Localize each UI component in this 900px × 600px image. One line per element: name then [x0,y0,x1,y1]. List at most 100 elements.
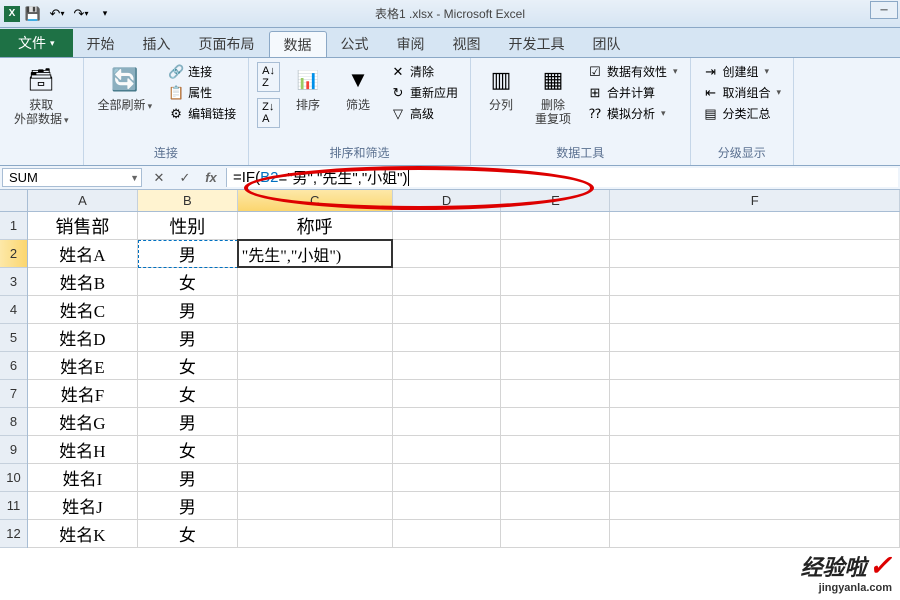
cell-B6[interactable]: 女 [138,352,238,380]
tab-page-layout[interactable]: 页面布局 [185,31,269,57]
sort-za-button[interactable]: Z↓A [257,98,280,128]
cell-E2[interactable] [501,240,610,268]
cell-C6[interactable] [238,352,393,380]
cell-C5[interactable] [238,324,393,352]
cell-B3[interactable]: 女 [138,268,238,296]
cell-C8[interactable] [238,408,393,436]
cell-F6[interactable] [610,352,900,380]
reapply-button[interactable]: ↻重新应用 [386,83,462,102]
cell-F1[interactable] [610,212,900,240]
row-header-3[interactable]: 3 [0,268,27,296]
get-external-data-button[interactable]: 🗃 获取 外部数据 [8,62,75,129]
row-header-7[interactable]: 7 [0,380,27,408]
cell-D3[interactable] [393,268,502,296]
redo-button[interactable]: ↷▾ [70,3,92,25]
cell-F9[interactable] [610,436,900,464]
cell-E1[interactable] [501,212,610,240]
cell-D7[interactable] [393,380,502,408]
column-header-A[interactable]: A [28,190,138,211]
cell-E3[interactable] [501,268,610,296]
connections-button[interactable]: 🔗连接 [164,62,240,81]
cell-F12[interactable] [610,520,900,548]
properties-button[interactable]: 📋属性 [164,83,240,102]
data-validation-button[interactable]: ☑数据有效性 [583,62,682,81]
cell-D10[interactable] [393,464,502,492]
tab-review[interactable]: 审阅 [383,31,439,57]
cancel-formula-button[interactable]: ✕ [150,169,168,187]
row-header-11[interactable]: 11 [0,492,27,520]
cell-D4[interactable] [393,296,502,324]
cell-E5[interactable] [501,324,610,352]
cell-B11[interactable]: 男 [138,492,238,520]
row-header-9[interactable]: 9 [0,436,27,464]
remove-duplicates-button[interactable]: ▦ 删除 重复项 [529,62,577,129]
cell-B1[interactable]: 性别 [138,212,238,240]
cell-E9[interactable] [501,436,610,464]
cell-A7[interactable]: 姓名F [28,380,138,408]
column-header-E[interactable]: E [501,190,610,211]
formula-input[interactable]: =IF(B2="男","先生","小姐") [226,168,898,187]
cell-E7[interactable] [501,380,610,408]
text-to-columns-button[interactable]: ▥ 分列 [479,62,523,114]
advanced-filter-button[interactable]: ▽高级 [386,104,462,123]
cell-D1[interactable] [393,212,502,240]
cell-E6[interactable] [501,352,610,380]
cell-D6[interactable] [393,352,502,380]
cell-A11[interactable]: 姓名J [28,492,138,520]
sort-az-button[interactable]: A↓Z [257,62,280,92]
file-tab[interactable]: 文件▾ [0,29,73,57]
undo-button[interactable]: ↶▾ [46,3,68,25]
cell-C7[interactable] [238,380,393,408]
row-header-5[interactable]: 5 [0,324,27,352]
name-box-dropdown-icon[interactable]: ▼ [130,173,139,183]
cell-B2[interactable]: 男 [138,240,238,268]
cell-C9[interactable] [238,436,393,464]
spreadsheet-grid[interactable]: 123456789101112 ABCDEF 销售部性别称呼姓名A男"先生","… [0,190,900,600]
cell-F11[interactable] [610,492,900,520]
cell-C3[interactable] [238,268,393,296]
tab-formulas[interactable]: 公式 [327,31,383,57]
edit-links-button[interactable]: ⚙编辑链接 [164,104,240,123]
tab-home[interactable]: 开始 [73,31,129,57]
cell-B5[interactable]: 男 [138,324,238,352]
cell-F10[interactable] [610,464,900,492]
tab-developer[interactable]: 开发工具 [495,31,579,57]
tab-insert[interactable]: 插入 [129,31,185,57]
insert-function-button[interactable]: fx [202,169,220,187]
cell-A8[interactable]: 姓名G [28,408,138,436]
subtotal-button[interactable]: ▤分类汇总 [699,104,786,123]
cell-C10[interactable] [238,464,393,492]
cell-F4[interactable] [610,296,900,324]
cell-B10[interactable]: 男 [138,464,238,492]
cell-C4[interactable] [238,296,393,324]
cell-C2[interactable]: "先生","小姐") [238,240,393,268]
name-box[interactable]: SUM ▼ [2,168,142,187]
cell-F8[interactable] [610,408,900,436]
cell-D2[interactable] [393,240,502,268]
select-all-corner[interactable] [0,190,28,212]
cell-F7[interactable] [610,380,900,408]
row-header-1[interactable]: 1 [0,212,27,240]
cell-B12[interactable]: 女 [138,520,238,548]
cell-A2[interactable]: 姓名A [28,240,138,268]
clear-filter-button[interactable]: ✕清除 [386,62,462,81]
tab-data[interactable]: 数据 [269,31,327,57]
tab-view[interactable]: 视图 [439,31,495,57]
row-header-2[interactable]: 2 [0,240,27,268]
cell-A9[interactable]: 姓名H [28,436,138,464]
cell-E12[interactable] [501,520,610,548]
cell-E8[interactable] [501,408,610,436]
column-header-F[interactable]: F [610,190,900,211]
cell-D5[interactable] [393,324,502,352]
cell-D11[interactable] [393,492,502,520]
cell-B8[interactable]: 男 [138,408,238,436]
enter-formula-button[interactable]: ✓ [176,169,194,187]
cell-B7[interactable]: 女 [138,380,238,408]
cell-A10[interactable]: 姓名I [28,464,138,492]
cell-A6[interactable]: 姓名E [28,352,138,380]
save-button[interactable]: 💾 [22,3,44,25]
cell-E11[interactable] [501,492,610,520]
group-button[interactable]: ⇥创建组 [699,62,786,81]
tab-team[interactable]: 团队 [579,31,635,57]
cell-E4[interactable] [501,296,610,324]
